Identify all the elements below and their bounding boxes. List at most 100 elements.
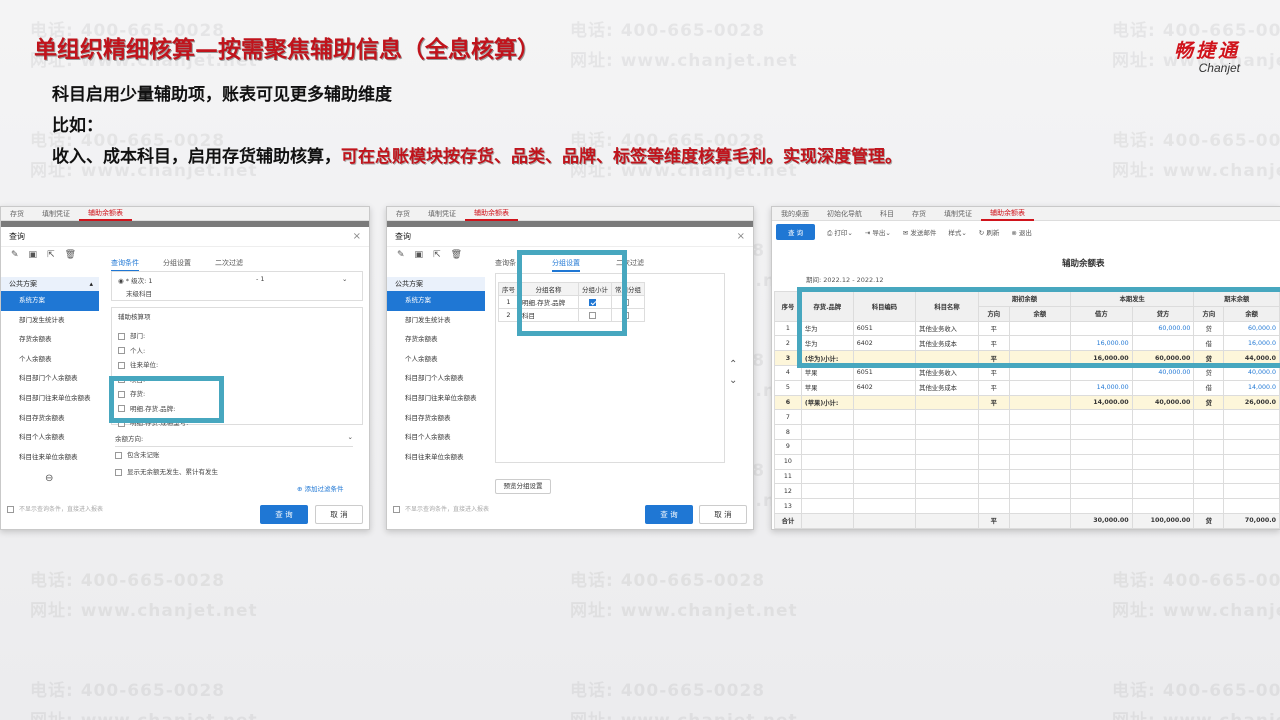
tab-query-conditions[interactable]: 查询条 xyxy=(495,258,516,272)
scheme-item[interactable]: 部门发生统计表 xyxy=(387,311,485,331)
grid-row[interactable]: 2 科目 xyxy=(498,308,645,322)
preview-group-button[interactable]: 预览分组设置 xyxy=(495,479,551,494)
query-button[interactable]: 查 询 xyxy=(776,224,816,240)
collapse-icon[interactable]: ⊖ xyxy=(1,473,99,484)
tab-inventory[interactable]: 存货 xyxy=(1,209,33,219)
subtotal-checkbox[interactable] xyxy=(589,298,596,306)
scheme-item[interactable]: 存货余额表 xyxy=(1,330,99,350)
scheme-item[interactable]: 科目部门个人余额表 xyxy=(387,369,485,389)
chevron-down-icon[interactable]: ⌄ xyxy=(342,275,347,283)
table-row[interactable]: 2 华为 6402 其他业务成本平 16,000.00 借 16,000.0 xyxy=(774,335,1280,352)
skip-conditions-checkbox[interactable] xyxy=(393,506,400,513)
common-checkbox[interactable] xyxy=(622,311,629,319)
export-icon[interactable]: ⇱ xyxy=(47,250,55,260)
exit-button[interactable]: ⊗ 退出 xyxy=(1011,227,1032,237)
move-down-icon[interactable]: ⌄ xyxy=(729,375,737,386)
cell-dir1 xyxy=(977,409,1010,426)
scheme-item[interactable]: 科目部门个人余额表 xyxy=(1,369,99,389)
aux-item-checkbox[interactable] xyxy=(118,361,125,369)
scheme-item[interactable]: 科目往来单位余额表 xyxy=(387,448,485,468)
aux-item-checkbox[interactable] xyxy=(118,419,125,427)
table-row[interactable]: 合计 平 30,000.00 100,000.00 贷 70,000.0 xyxy=(774,512,1280,529)
aux-item-checkbox[interactable] xyxy=(118,347,125,354)
skip-conditions-checkbox[interactable] xyxy=(7,506,14,513)
query-button[interactable]: 查 询 xyxy=(260,505,308,524)
scheme-item[interactable]: 存货余额表 xyxy=(387,330,485,350)
show-zero-checkbox[interactable] xyxy=(115,468,122,476)
table-row[interactable]: 3 (华为)小计: 平 16,000.00 60,000.00 贷 44,000.0 xyxy=(774,350,1280,366)
scheme-item[interactable]: 科目部门往来单位余额表 xyxy=(1,389,99,409)
scheme-item[interactable]: 部门发生统计表 xyxy=(1,311,99,331)
delete-icon[interactable]: 🗑 xyxy=(451,250,462,260)
scheme-item[interactable]: 个人余额表 xyxy=(1,350,99,370)
include-unposted-checkbox[interactable] xyxy=(115,451,122,459)
scheme-item[interactable]: 科目存货余额表 xyxy=(1,409,99,429)
query-button[interactable]: 查 询 xyxy=(645,505,693,524)
tab-inventory[interactable]: 存货 xyxy=(387,209,419,219)
aux-item-checkbox[interactable] xyxy=(118,405,125,412)
scheme-item[interactable]: 科目部门往来单位余额表 xyxy=(387,389,485,409)
close-icon[interactable]: × xyxy=(737,231,745,242)
tab-secondary-filter[interactable]: 二次过滤 xyxy=(215,258,243,272)
scheme-item[interactable]: 系统方案 xyxy=(1,291,99,311)
edit-icon[interactable]: ✎ xyxy=(11,250,19,260)
balance-direction[interactable]: 余额方向: ⌄ xyxy=(115,433,353,447)
table-row[interactable]: 7 xyxy=(774,409,1280,426)
app-tab[interactable]: 辅助余额表 xyxy=(981,207,1034,221)
app-tab[interactable]: 我的桌面 xyxy=(772,209,818,219)
print-button[interactable]: ⎙ 打印⌄ xyxy=(827,227,853,238)
table-row[interactable]: 12 xyxy=(774,483,1280,500)
app-tab[interactable]: 填制凭证 xyxy=(935,209,981,219)
table-row[interactable]: 5 苹果 6402 其他业务成本平 14,000.00 借 14,000.0 xyxy=(774,379,1280,396)
table-row[interactable]: 11 xyxy=(774,468,1280,485)
common-checkbox[interactable] xyxy=(622,298,629,306)
app-tab[interactable]: 初始化导航 xyxy=(818,209,871,219)
scheme-item[interactable]: 个人余额表 xyxy=(387,350,485,370)
tab-secondary-filter[interactable]: 二次过滤 xyxy=(616,258,644,272)
tab-group-settings[interactable]: 分组设置 xyxy=(163,258,191,272)
cell-code xyxy=(852,512,917,529)
app-tab[interactable]: 科目 xyxy=(871,209,903,219)
scheme-item[interactable]: 科目个人余额表 xyxy=(1,428,99,448)
app-tab[interactable]: 存货 xyxy=(903,209,935,219)
delete-icon[interactable]: 🗑 xyxy=(65,250,76,260)
save-icon[interactable]: ▣ xyxy=(415,250,424,260)
tab-aux-balance[interactable]: 辅助余额表 xyxy=(79,207,132,221)
radio-icon[interactable]: ◉ xyxy=(118,277,124,285)
export-button[interactable]: ⇥ 导出⌄ xyxy=(865,227,891,237)
export-icon[interactable]: ⇱ xyxy=(433,250,441,260)
table-row[interactable]: 9 xyxy=(774,438,1280,455)
save-icon[interactable]: ▣ xyxy=(29,250,38,260)
table-row[interactable]: 10 xyxy=(774,453,1280,470)
cancel-button[interactable]: 取 消 xyxy=(315,505,363,524)
tab-aux-balance[interactable]: 辅助余额表 xyxy=(465,207,518,221)
scheme-item[interactable]: 科目个人余额表 xyxy=(387,428,485,448)
table-row[interactable]: 1 华为 6051 其他业务收入平 60,000.00 贷 60,000.0 xyxy=(774,320,1280,337)
scheme-item[interactable]: 科目存货余额表 xyxy=(387,409,485,429)
tab-query-conditions[interactable]: 查询条件 xyxy=(111,258,139,272)
add-filter-link[interactable]: ⊕ 添加过滤条件 xyxy=(297,483,344,493)
style-button[interactable]: 样式⌄ xyxy=(948,227,966,237)
send-email-button[interactable]: ✉ 发送邮件 xyxy=(903,227,937,237)
level-to[interactable]: - 1 xyxy=(256,275,265,283)
aux-item-checkbox[interactable] xyxy=(118,332,125,340)
refresh-button[interactable]: ↻ 刷新 xyxy=(979,227,1000,237)
table-row[interactable]: 8 xyxy=(774,424,1280,440)
move-up-icon[interactable]: ⌃ xyxy=(729,359,737,370)
tab-voucher[interactable]: 填制凭证 xyxy=(33,209,79,219)
scheme-item[interactable]: 系统方案 xyxy=(387,291,485,311)
tab-voucher[interactable]: 填制凭证 xyxy=(419,209,465,219)
aux-item-checkbox[interactable] xyxy=(118,376,125,383)
edit-icon[interactable]: ✎ xyxy=(397,250,405,260)
cancel-button[interactable]: 取 消 xyxy=(699,505,747,524)
close-icon[interactable]: × xyxy=(353,231,361,242)
table-row[interactable]: 13 xyxy=(774,498,1280,514)
tab-group-settings[interactable]: 分组设置 xyxy=(552,258,580,272)
subtotal-checkbox[interactable] xyxy=(589,311,596,319)
aux-item-checkbox[interactable] xyxy=(118,390,125,398)
table-row[interactable]: 4 苹果 6051 其他业务收入平 40,000.00 贷 40,000.0 xyxy=(774,364,1280,381)
grid-row[interactable]: 1 明细.存货.品牌 xyxy=(498,295,645,309)
col-dir1: 方向 xyxy=(977,305,1010,322)
scheme-item[interactable]: 科目往来单位余额表 xyxy=(1,448,99,468)
table-row[interactable]: 6 (苹果)小计: 平 14,000.00 40,000.00 贷 26,000.0 xyxy=(774,394,1280,411)
